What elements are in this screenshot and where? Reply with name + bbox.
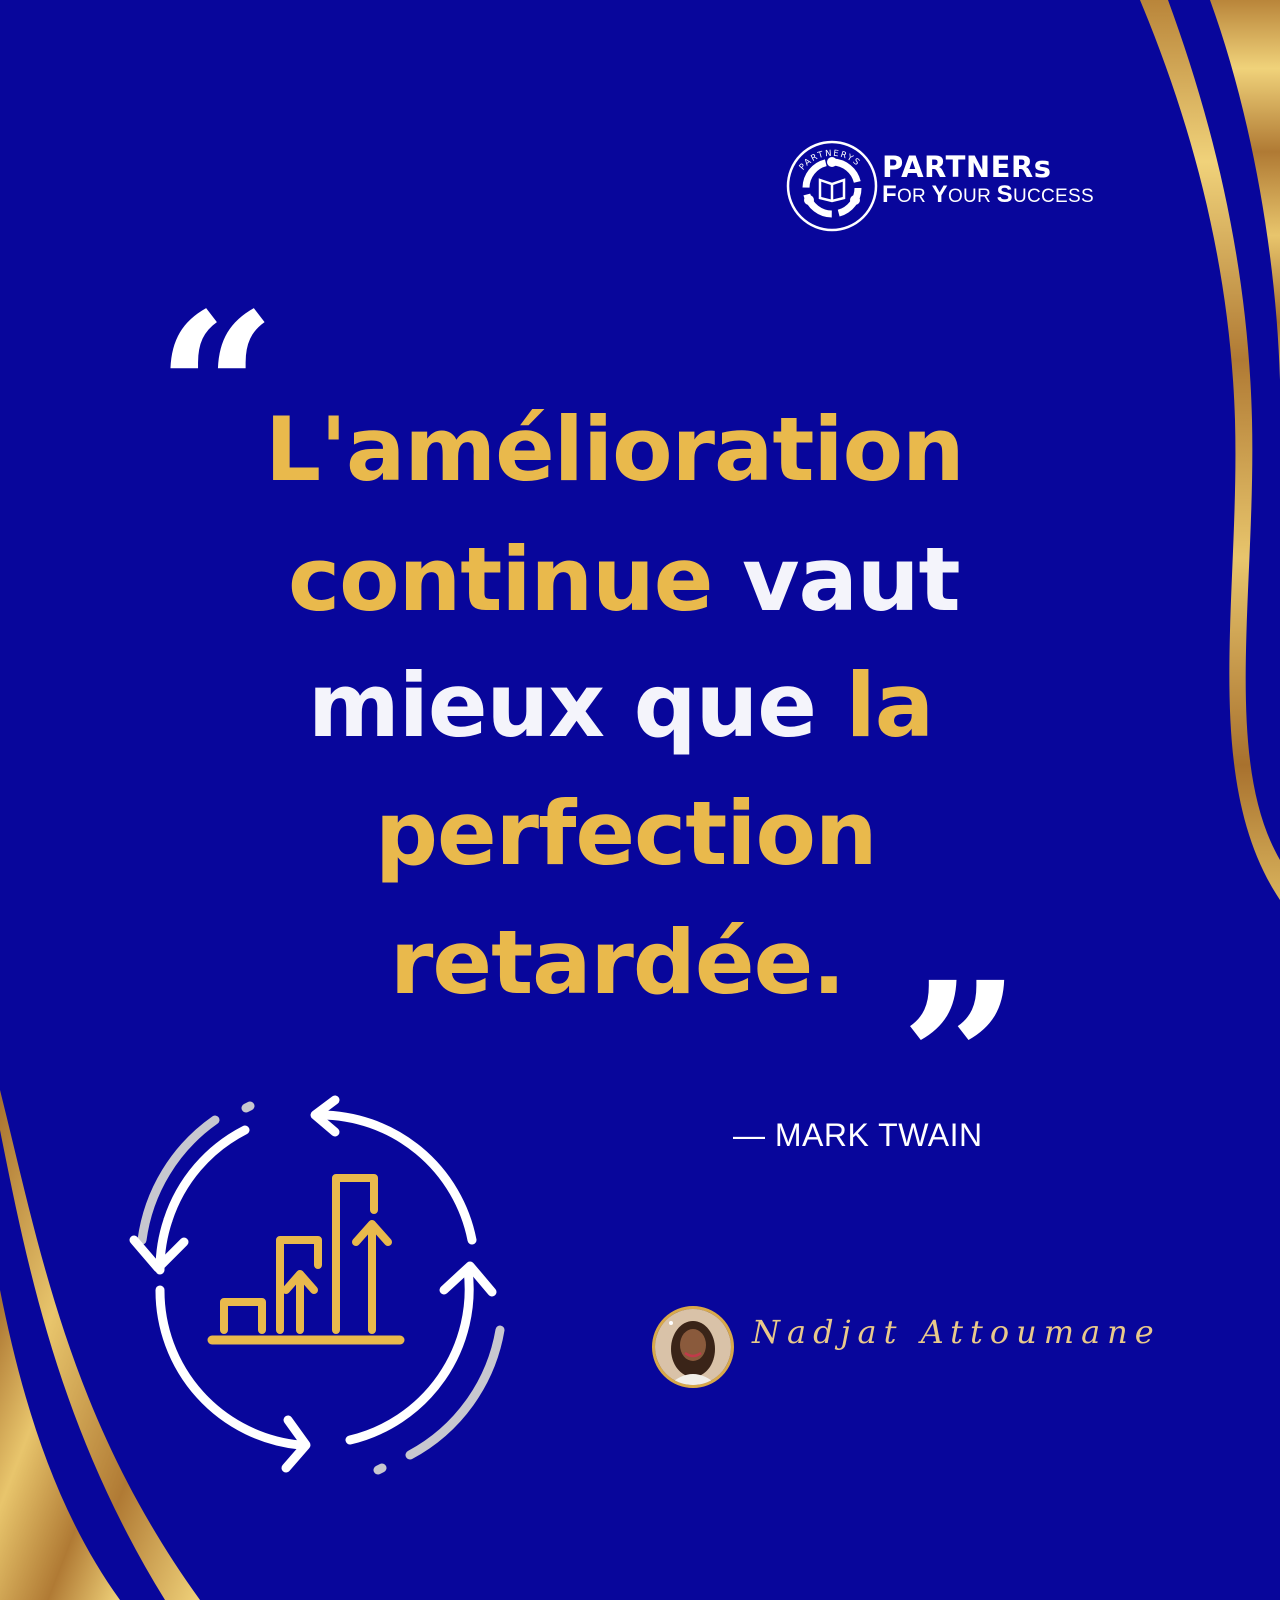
quote-line-3: mieux que la [308, 654, 935, 757]
brand-logo: PARTNERYS PARTNERs FOR YOUR SUCCESS [782, 134, 1102, 234]
quote-line-3-white: mieux que [308, 654, 817, 757]
quote-line-5-text: retardée. [390, 911, 846, 1014]
author-signature: Nadjat Attoumane [752, 1313, 1161, 1351]
tagline-cap-f: F [882, 181, 897, 208]
tagline-rest-y: OUR [947, 186, 997, 207]
quote-line-3-gold: la [845, 654, 935, 757]
tagline-rest-s: UCCESS [1012, 186, 1094, 207]
quote-line-5: retardée. [390, 911, 846, 1014]
brand-tagline: FOR YOUR SUCCESS [882, 181, 1094, 208]
quote-line-4: perfection [375, 782, 878, 885]
person-avatar [655, 1309, 731, 1385]
brand-name: PARTNERs [882, 150, 1052, 184]
quote-line-2-gold: continue [288, 528, 713, 631]
quote-author: — MARK TWAIN [733, 1117, 983, 1153]
author-avatar [652, 1306, 734, 1388]
brand-wordmark: PARTNERs FOR YOUR SUCCESS [882, 150, 1094, 208]
quote-line-1: L'amélioration [265, 398, 965, 501]
open-quote-mark: “ [156, 267, 277, 514]
continuous-improvement-cycle-icon [129, 1095, 505, 1475]
quote-poster: PARTNERYS PARTNERs FOR YOUR SUCCESS “ ” … [0, 0, 1280, 1600]
quote-line-2-white: vaut [742, 528, 960, 631]
tagline-rest-f: OR [896, 186, 932, 207]
tagline-cap-s: S [996, 181, 1013, 208]
quote-line-4-text: perfection [375, 782, 878, 885]
tagline-cap-y: Y [931, 181, 948, 208]
partners-emblem-icon: PARTNERYS [786, 140, 878, 232]
quote-line-2: continue vaut [288, 528, 961, 631]
quote-line-1-text: L'amélioration [265, 398, 965, 501]
